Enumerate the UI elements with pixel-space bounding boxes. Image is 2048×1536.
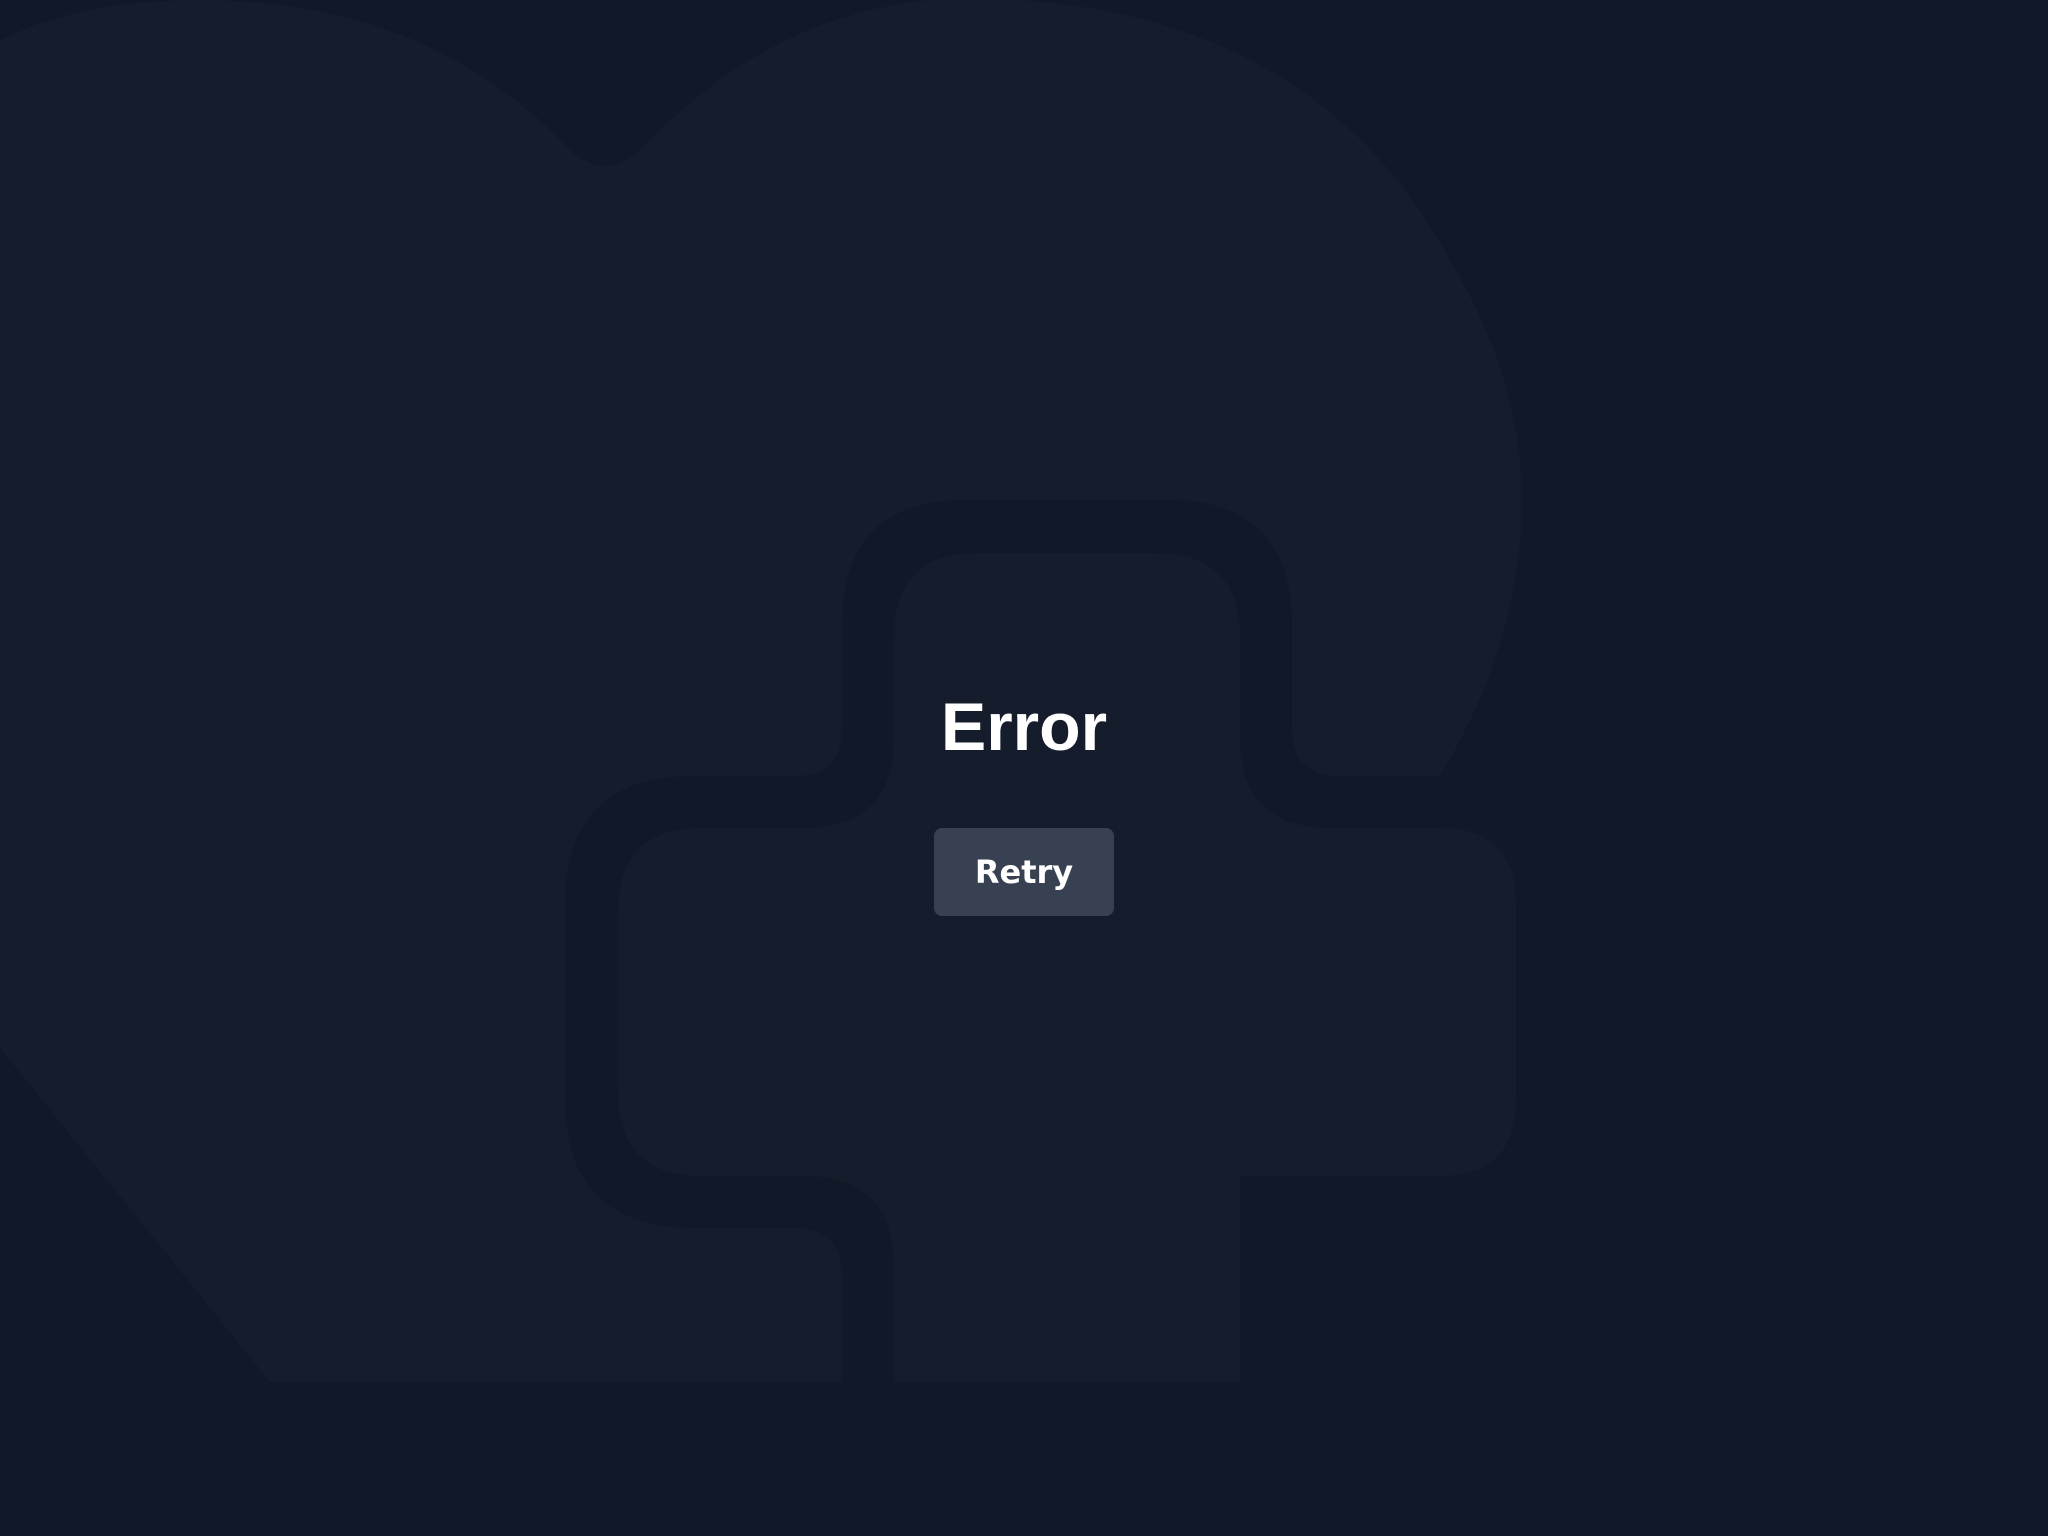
error-screen: Error Retry [0,0,2048,1536]
retry-button[interactable]: Retry [934,828,1114,916]
error-title: Error [940,689,1108,765]
error-content: Error Retry [0,0,2048,1536]
